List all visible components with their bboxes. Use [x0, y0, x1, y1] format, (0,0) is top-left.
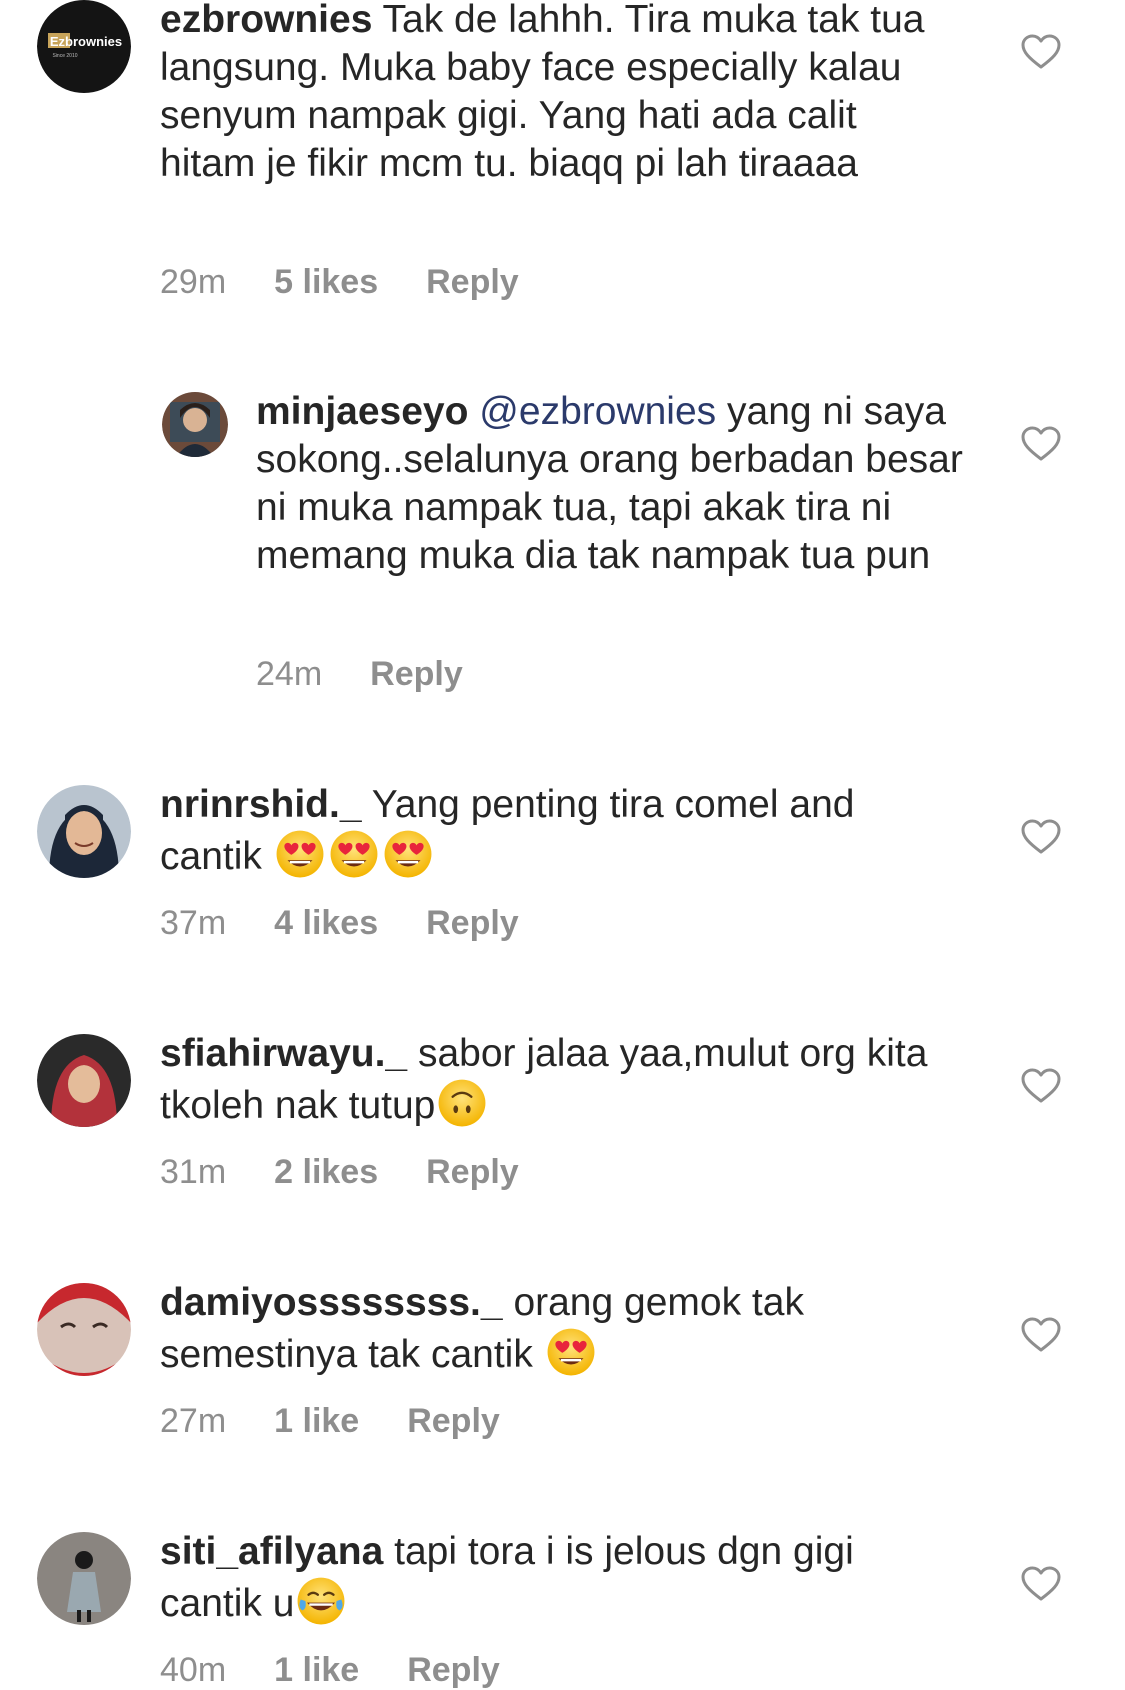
likes-count-link[interactable]: 5 likes [274, 263, 378, 301]
tears-of-joy-emoji-icon [296, 1576, 346, 1626]
heart-eyes-emoji-icon [383, 829, 433, 879]
avatar[interactable] [37, 1532, 131, 1625]
avatar[interactable] [37, 1283, 131, 1376]
comment-time: 31m [160, 1153, 227, 1191]
heart-eyes-emoji-icon [329, 829, 379, 879]
comment-username[interactable]: sfiahirwayu._ [160, 1032, 407, 1075]
comment-time: 29m [160, 263, 227, 301]
reply-button[interactable]: Reply [426, 1153, 519, 1191]
reply-button[interactable]: Reply [407, 1402, 500, 1440]
comment-text: minjaeseyo @ezbrownies yang ni saya soko… [256, 388, 976, 580]
heart-outline-icon[interactable] [1021, 819, 1061, 855]
heart-outline-icon[interactable] [1021, 1566, 1061, 1602]
comment-meta: 24m Reply [256, 654, 511, 694]
comment-meta: 31m 2 likes Reply [160, 1152, 567, 1192]
comment-time: 40m [160, 1651, 227, 1689]
comment-meta: 37m 4 likes Reply [160, 903, 567, 943]
mention-link[interactable]: @ezbrownies [479, 390, 716, 433]
comment-meta: 27m 1 like Reply [160, 1401, 548, 1441]
avatar[interactable]: Ezbrownies Since 2010 [37, 0, 131, 93]
heart-outline-icon[interactable] [1021, 1317, 1061, 1353]
comment-time: 27m [160, 1402, 227, 1440]
comment-time: 37m [160, 904, 227, 942]
comment-username[interactable]: nrinrshid._ [160, 783, 362, 826]
upside-down-face-emoji-icon [437, 1078, 487, 1128]
reply-button[interactable]: Reply [370, 655, 463, 693]
heart-outline-icon[interactable] [1021, 34, 1061, 70]
comment-text: sfiahirwayu._ sabor jalaa yaa,mulut org … [160, 1030, 960, 1130]
avatar[interactable] [37, 785, 131, 878]
comment-text: damiyossssssss._ orang gemok tak semesti… [160, 1279, 960, 1379]
comment-text: ezbrownies Tak de lahhh. Tira muka tak t… [160, 0, 960, 188]
likes-count-link[interactable]: 4 likes [274, 904, 378, 942]
heart-eyes-emoji-icon [275, 829, 325, 879]
comment-text: nrinrshid._ Yang penting tira comel and … [160, 781, 960, 881]
avatar[interactable] [162, 392, 228, 457]
comment-username[interactable]: ezbrownies [160, 0, 372, 41]
likes-count-link[interactable]: 2 likes [274, 1153, 378, 1191]
reply-button[interactable]: Reply [426, 263, 519, 301]
heart-eyes-emoji-icon [546, 1327, 596, 1377]
comment-username[interactable]: siti_afilyana [160, 1530, 383, 1573]
comment-username[interactable]: damiyossssssss._ [160, 1281, 503, 1324]
likes-count-link[interactable]: 1 like [274, 1402, 359, 1440]
avatar-logo-text: Ezbrownies [50, 34, 122, 49]
comment-username[interactable]: minjaeseyo [256, 390, 468, 433]
reply-button[interactable]: Reply [407, 1651, 500, 1689]
comment-time: 24m [256, 655, 323, 693]
comment-text: siti_afilyana tapi tora i is jelous dgn … [160, 1528, 960, 1628]
heart-outline-icon[interactable] [1021, 1068, 1061, 1104]
reply-button[interactable]: Reply [426, 904, 519, 942]
heart-outline-icon[interactable] [1021, 426, 1061, 462]
avatar[interactable] [37, 1034, 131, 1127]
avatar-tagline-text: Since 2010 [52, 53, 77, 59]
comment-meta: 29m 5 likes Reply [160, 262, 567, 302]
likes-count-link[interactable]: 1 like [274, 1651, 359, 1689]
comment-meta: 40m 1 like Reply [160, 1650, 548, 1690]
